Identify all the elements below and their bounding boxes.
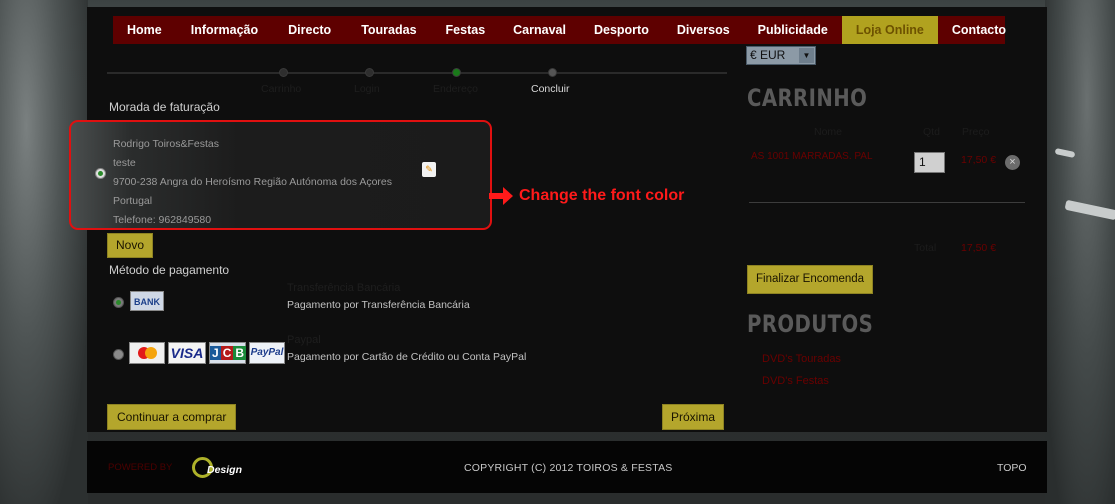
payment-title: Método de pagamento (109, 263, 230, 277)
nav-contacto[interactable]: Contacto (938, 16, 1020, 44)
step-dot-address (452, 68, 461, 77)
nav-desporto[interactable]: Desporto (580, 16, 663, 44)
back-to-top-link[interactable]: TOPO (997, 462, 1027, 474)
nav-touradas[interactable]: Touradas (346, 16, 431, 44)
paypal-logo: PayPal (249, 342, 285, 364)
background-right (1045, 0, 1115, 504)
mastercard-logo (129, 342, 165, 364)
billing-title: Morada de faturação (109, 100, 220, 114)
cart-title: CARRINHO (747, 84, 868, 112)
jcb-logo: JCB (209, 342, 247, 364)
nav-informacao[interactable]: Informação (176, 16, 273, 44)
cart-total-value: 17,50 € (961, 242, 997, 254)
checkout-progress-line (107, 72, 727, 74)
cart-header-name: Nome (814, 126, 843, 138)
currency-value: € EUR (750, 48, 786, 62)
nav-directo[interactable]: Directo (273, 16, 346, 44)
continue-shopping-button[interactable]: Continuar a comprar (107, 404, 237, 430)
step-label-cart: Carrinho (261, 83, 302, 95)
address-country: Portugal (113, 195, 153, 207)
new-address-button[interactable]: Novo (107, 233, 154, 258)
checkout-button[interactable]: Finalizar Encomenda (747, 265, 874, 294)
remove-item-icon[interactable]: × (1005, 155, 1020, 170)
address-name: Rodrigo Toiros&Festas (113, 138, 220, 150)
powered-by-label: POWERED BY (108, 462, 173, 473)
cart-header-qty: Qtd (923, 126, 940, 138)
footer: POWERED BY Design COPYRIGHT (C) 2012 TOI… (87, 441, 1047, 493)
currency-select[interactable]: € EUR ▼ (746, 46, 816, 65)
product-link-festas[interactable]: DVD's Festas (762, 375, 829, 387)
payment-paypal-desc: Pagamento por Cartão de Crédito ou Conta… (287, 351, 527, 363)
address-phone: Telefone: 962849580 (113, 214, 212, 226)
design-logo[interactable]: Design (190, 456, 248, 480)
step-dot-login (365, 68, 374, 77)
payment-radio-bank[interactable] (113, 297, 124, 308)
nav-loja-online[interactable]: Loja Online (841, 16, 938, 44)
top-nav: Home Informação Directo Touradas Festas … (113, 16, 1006, 44)
address-radio[interactable] (95, 168, 106, 179)
step-label-login: Login (354, 83, 380, 95)
cart-header-price: Preço (962, 126, 990, 138)
step-dot-finish (548, 68, 557, 77)
step-dot-cart (279, 68, 288, 77)
visa-logo: VISA (168, 342, 206, 364)
logo-text: Design (207, 464, 243, 476)
address-line-2: 9700-238 Angra do Heroísmo Região Autóno… (113, 176, 393, 188)
chevron-down-icon: ▼ (799, 48, 814, 63)
cart-item-name[interactable]: AS 1001 MARRADAS. PAL (751, 151, 873, 162)
background-left (0, 0, 88, 504)
nav-home[interactable]: Home (113, 16, 176, 44)
bank-logo: BANK (130, 291, 164, 311)
main-page: Home Informação Directo Touradas Festas … (69, 7, 1047, 432)
step-label-address: Endereço (433, 83, 478, 95)
address-line-1: teste (113, 157, 136, 169)
cart-item-price: 17,50 € (961, 154, 997, 166)
arrow-right-icon (489, 187, 513, 205)
products-title: PRODUTOS (747, 310, 874, 338)
edit-icon[interactable]: ✎ (422, 162, 436, 177)
nav-diversos[interactable]: Diversos (663, 16, 744, 44)
cart-divider (749, 202, 1025, 203)
cart-total-label: Total (914, 242, 937, 254)
product-link-touradas[interactable]: DVD's Touradas (762, 353, 841, 365)
cart-qty-input[interactable]: 1 (914, 152, 945, 173)
next-button[interactable]: Próxima (662, 404, 725, 430)
annotation-text: Change the font color (519, 187, 685, 204)
step-label-finish: Concluir (531, 83, 570, 95)
nav-publicidade[interactable]: Publicidade (744, 16, 842, 44)
payment-paypal-title: Paypal (287, 334, 321, 346)
nav-festas[interactable]: Festas (432, 16, 500, 44)
annotation-callout: Change the font color (489, 187, 684, 205)
payment-radio-paypal[interactable] (113, 349, 124, 360)
copyright-text: COPYRIGHT (C) 2012 TOIROS & FESTAS (464, 462, 673, 474)
payment-bank-desc: Pagamento por Transferência Bancária (287, 299, 470, 311)
payment-bank-title: Transferência Bancária (287, 282, 401, 294)
nav-carnaval[interactable]: Carnaval (499, 16, 580, 44)
